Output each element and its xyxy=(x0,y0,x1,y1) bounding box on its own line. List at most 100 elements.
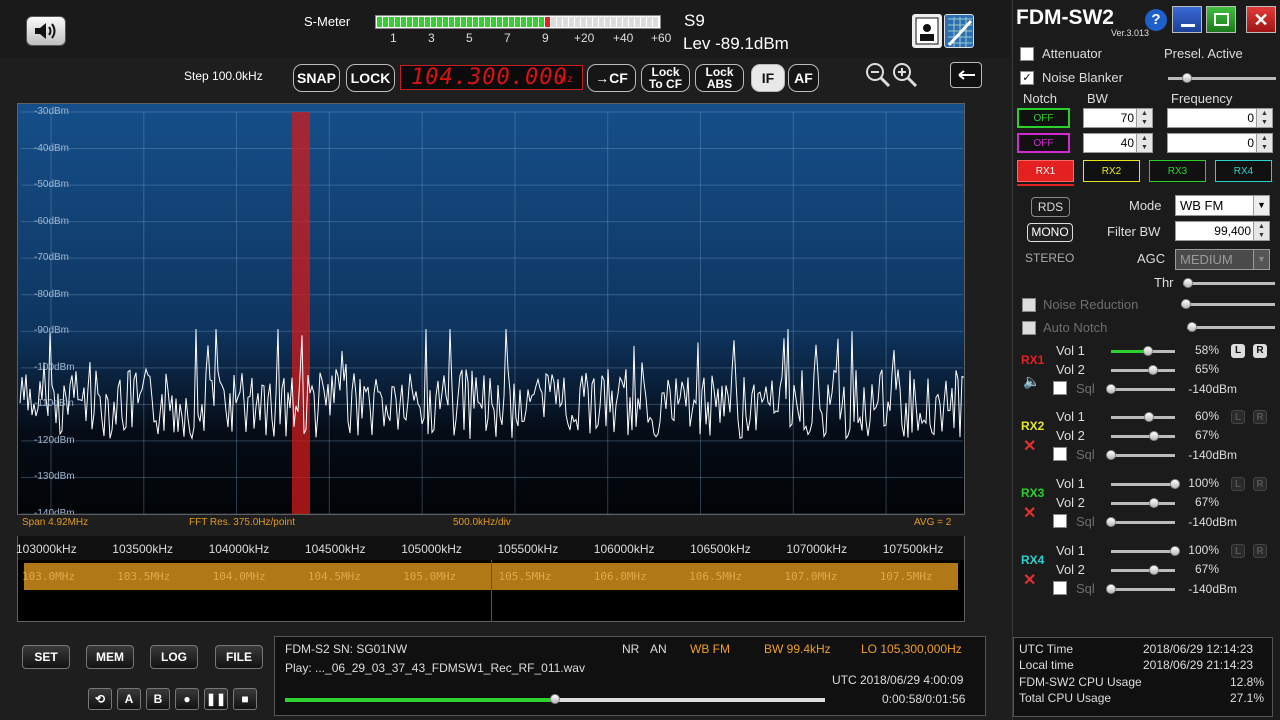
lock-abs-button[interactable]: Lock ABS xyxy=(695,64,744,92)
noise-blanker-knob[interactable] xyxy=(1182,73,1192,83)
mono-button[interactable]: MONO xyxy=(1027,223,1073,242)
notch2-bw-input[interactable]: 40 ▲ ▼ xyxy=(1083,133,1153,153)
stop-icon[interactable]: ■ xyxy=(233,688,257,710)
pause-icon[interactable]: ❚❚ xyxy=(204,688,228,710)
log-button[interactable]: LOG xyxy=(150,645,198,669)
rx1-vol2-slider[interactable] xyxy=(1111,365,1175,375)
rx4-sql-slider-knob[interactable] xyxy=(1106,584,1116,594)
noise-reduction-knob[interactable] xyxy=(1181,299,1191,309)
zoom-out-icon[interactable] xyxy=(865,62,891,88)
mem-button[interactable]: MEM xyxy=(86,645,134,669)
rx2-sql-checkbox[interactable] xyxy=(1053,447,1067,461)
thr-knob[interactable] xyxy=(1183,278,1193,288)
if-button[interactable]: IF xyxy=(751,64,785,92)
noise-reduction-checkbox[interactable] xyxy=(1022,298,1036,312)
rx1-vol2-slider-knob[interactable] xyxy=(1147,365,1158,375)
maximize-button[interactable] xyxy=(1206,6,1236,33)
attenuator-checkbox[interactable] xyxy=(1020,47,1034,61)
af-button[interactable]: AF xyxy=(788,64,819,92)
lock-to-cf-button[interactable]: Lock To CF xyxy=(641,64,690,92)
rx2-sql-slider-knob[interactable] xyxy=(1106,450,1116,460)
notch1-freq-input[interactable]: 0 ▲ ▼ xyxy=(1167,108,1273,128)
spectrum-settings-icon[interactable] xyxy=(944,14,974,48)
rx1-vol1-slider-knob[interactable] xyxy=(1143,346,1154,356)
rx1-sql-checkbox[interactable] xyxy=(1053,381,1067,395)
loop-icon[interactable]: ⟲ xyxy=(88,688,112,710)
rx1-vol1-slider[interactable] xyxy=(1111,346,1175,356)
rx4-sql-slider[interactable] xyxy=(1106,584,1175,594)
mute-icon[interactable]: ✕ xyxy=(1023,439,1039,455)
b-button[interactable]: B xyxy=(146,688,170,710)
record-icon[interactable] xyxy=(912,14,942,48)
rx3-sql-slider-knob[interactable] xyxy=(1106,517,1116,527)
lock-button[interactable]: LOCK xyxy=(346,64,395,92)
rx4-vol2-slider-knob[interactable] xyxy=(1148,565,1159,575)
rx2-right-toggle[interactable]: R xyxy=(1253,410,1267,424)
rx4-right-toggle[interactable]: R xyxy=(1253,544,1267,558)
rx3-sql-slider[interactable] xyxy=(1106,517,1175,527)
rx3-right-toggle[interactable]: R xyxy=(1253,477,1267,491)
speaker-button[interactable] xyxy=(26,16,66,46)
rx4-vol1-slider[interactable] xyxy=(1111,546,1180,556)
rx3-vol1-slider[interactable] xyxy=(1111,479,1180,489)
spin-arrows-icon[interactable]: ▲ ▼ xyxy=(1136,109,1152,127)
collapse-arrow-icon[interactable] xyxy=(950,62,982,88)
spin-arrows-icon[interactable]: ▲ ▼ xyxy=(1256,109,1272,127)
minimize-button[interactable] xyxy=(1172,6,1202,33)
rx4-sql-checkbox[interactable] xyxy=(1053,581,1067,595)
to-cf-button[interactable]: →CF xyxy=(587,64,636,92)
rx1-tab[interactable]: RX1 xyxy=(1017,160,1074,182)
band-strip[interactable]: 103.0MHz 103.5MHz 104.0MHz 104.5MHz 105.0MHz… xyxy=(17,560,965,622)
rx3-vol2-slider-knob[interactable] xyxy=(1148,498,1159,508)
snap-button[interactable]: SNAP xyxy=(293,64,340,92)
rx2-vol2-slider-knob[interactable] xyxy=(1148,431,1159,441)
playback-progress-knob[interactable] xyxy=(550,694,560,704)
rx2-sql-slider[interactable] xyxy=(1106,450,1175,460)
filter-bw-input[interactable]: 99,400 ▲ ▼ xyxy=(1175,221,1270,241)
notch2-off-button[interactable]: OFF xyxy=(1017,133,1070,153)
auto-notch-knob[interactable] xyxy=(1187,322,1197,332)
noise-reduction-slider[interactable] xyxy=(1181,299,1275,309)
auto-notch-checkbox[interactable] xyxy=(1022,321,1036,335)
rds-button[interactable]: RDS xyxy=(1031,197,1070,217)
rx2-tab[interactable]: RX2 xyxy=(1083,160,1140,182)
mode-select[interactable]: WB FM ▼ xyxy=(1175,195,1270,216)
rx3-sql-checkbox[interactable] xyxy=(1053,514,1067,528)
playback-progress[interactable] xyxy=(285,694,825,704)
zoom-in-icon[interactable] xyxy=(892,62,918,88)
rx1-left-toggle[interactable]: L xyxy=(1231,344,1245,358)
record-button-icon[interactable]: ● xyxy=(175,688,199,710)
a-button[interactable]: A xyxy=(117,688,141,710)
rx3-left-toggle[interactable]: L xyxy=(1231,477,1245,491)
rx2-vol2-slider[interactable] xyxy=(1111,431,1175,441)
rx4-left-toggle[interactable]: L xyxy=(1231,544,1245,558)
rx4-tab[interactable]: RX4 xyxy=(1215,160,1272,182)
rx1-sql-slider-knob[interactable] xyxy=(1106,384,1116,394)
spectrum-display[interactable]: -30dBm -40dBm -50dBm -60dBm -70dBm -80dBm -90d… xyxy=(17,103,965,515)
frequency-display[interactable]: 104.300.000 Hz xyxy=(400,65,583,90)
agc-select[interactable]: MEDIUM ▼ xyxy=(1175,249,1270,270)
noise-blanker-checkbox[interactable]: ✓ xyxy=(1020,71,1034,85)
speaker-icon[interactable]: 🔈 xyxy=(1023,373,1040,389)
rx2-vol1-slider-knob[interactable] xyxy=(1144,412,1155,422)
set-button[interactable]: SET xyxy=(22,645,70,669)
rx2-left-toggle[interactable]: L xyxy=(1231,410,1245,424)
help-icon[interactable]: ? xyxy=(1145,9,1167,31)
file-button[interactable]: FILE xyxy=(215,645,263,669)
spin-arrows-icon[interactable]: ▲ ▼ xyxy=(1136,134,1152,152)
mute-icon[interactable]: ✕ xyxy=(1023,573,1039,589)
noise-blanker-slider[interactable] xyxy=(1168,73,1276,83)
rx4-vol2-slider[interactable] xyxy=(1111,565,1175,575)
close-icon[interactable]: ✕ xyxy=(1246,6,1276,33)
rx2-vol1-slider[interactable] xyxy=(1111,412,1175,422)
spin-arrows-icon[interactable]: ▲ ▼ xyxy=(1253,222,1269,240)
rx1-right-toggle[interactable]: R xyxy=(1253,344,1267,358)
notch1-bw-input[interactable]: 70 ▲ ▼ xyxy=(1083,108,1153,128)
rx3-tab[interactable]: RX3 xyxy=(1149,160,1206,182)
tuning-step[interactable]: Step 100.0kHz xyxy=(184,69,263,83)
mute-icon[interactable]: ✕ xyxy=(1023,506,1039,522)
notch2-freq-input[interactable]: 0 ▲ ▼ xyxy=(1167,133,1273,153)
notch1-off-button[interactable]: OFF xyxy=(1017,108,1070,128)
auto-notch-slider[interactable] xyxy=(1187,322,1275,332)
rx1-sql-slider[interactable] xyxy=(1106,384,1175,394)
